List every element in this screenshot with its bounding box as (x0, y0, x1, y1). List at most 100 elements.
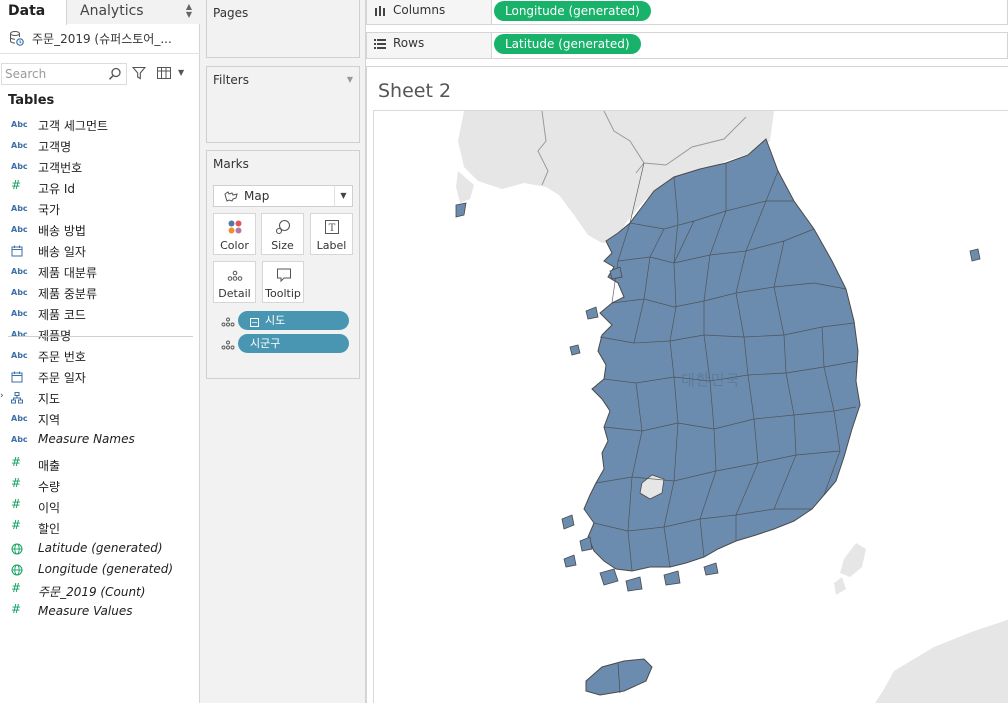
dimension-field[interactable]: Abc 주문 번호 (0, 345, 200, 366)
tab-analytics-label: Analytics (80, 3, 144, 19)
dimension-field[interactable]: Abc 고객 세그먼트 (0, 114, 200, 135)
field-label: 매출 (38, 459, 61, 473)
collapse-icon[interactable]: − (250, 318, 259, 327)
background-land (840, 543, 866, 577)
chevron-right-icon[interactable]: › (0, 391, 4, 401)
chevron-down-icon[interactable]: ▼ (347, 75, 353, 84)
region-island[interactable] (561, 514, 575, 530)
dimension-field[interactable]: Abc 제품 대분류 (0, 261, 200, 282)
color-button[interactable]: Color (213, 213, 256, 255)
dimension-field[interactable]: Abc 고객번호 (0, 156, 200, 177)
region-island[interactable] (625, 576, 643, 592)
dimension-field[interactable]: Abc 배송 방법 (0, 219, 200, 240)
region-island[interactable] (703, 562, 719, 576)
dimension-field[interactable]: Abc 제품 중분류 (0, 282, 200, 303)
background-land (834, 577, 846, 595)
map-icon (224, 191, 238, 202)
sort-caret-icon[interactable]: ▲ ▼ (186, 3, 192, 19)
datasource-row[interactable]: 주문_2019 (슈퍼스토어_... (0, 24, 200, 54)
field-label: 고객명 (38, 140, 72, 154)
view-list-icon[interactable] (157, 67, 171, 79)
measure-field[interactable]: # 이익 (0, 496, 200, 517)
measure-field[interactable]: # 할인 (0, 517, 200, 538)
search-input[interactable] (5, 66, 105, 82)
region-island[interactable] (609, 266, 623, 280)
sheet-title[interactable]: Sheet 2 (378, 80, 451, 102)
tab-analytics[interactable]: Analytics ▲ ▼ (67, 0, 200, 24)
longitude-pill[interactable]: Longitude (generated) (494, 1, 651, 21)
region-island[interactable] (569, 344, 581, 356)
string-type-icon: Abc (11, 435, 28, 444)
string-type-icon: Abc (11, 162, 28, 171)
search-icon[interactable] (108, 67, 122, 81)
measure-field[interactable]: # Measure Values (0, 601, 200, 622)
region-island[interactable] (563, 554, 577, 568)
region-ulleungdo[interactable] (969, 248, 981, 262)
chevron-down-icon[interactable]: ▼ (334, 186, 352, 206)
measure-field[interactable]: Longitude (generated) (0, 559, 200, 580)
svg-text:T: T (329, 223, 336, 234)
latitude-pill[interactable]: Latitude (generated) (494, 34, 641, 54)
dimension-field[interactable]: Abc 고객명 (0, 135, 200, 156)
field-label: 주문 번호 (38, 350, 86, 364)
dimension-field[interactable]: Abc 국가 (0, 198, 200, 219)
filter-icon[interactable] (132, 66, 146, 80)
dimension-field[interactable]: Abc 제품 코드 (0, 303, 200, 324)
dimension-field[interactable]: 배송 일자 (0, 240, 200, 261)
string-type-icon: Abc (11, 414, 28, 423)
size-button[interactable]: Size (261, 213, 304, 255)
pane-tab-bar: Data Analytics ▲ ▼ (0, 0, 200, 25)
string-type-icon: Abc (11, 120, 28, 129)
dimension-field[interactable]: # 고유 Id (0, 177, 200, 198)
dimension-field[interactable]: Abc 제품명 (0, 324, 200, 345)
label-button[interactable]: T Label (310, 213, 353, 255)
rows-shelf[interactable]: Rows Latitude (generated) (366, 32, 1008, 59)
filters-card[interactable]: Filters ▼ (206, 66, 360, 143)
sido-pill[interactable]: − 시도 (238, 311, 349, 330)
number-type-icon: # (11, 178, 22, 192)
number-type-icon: # (11, 581, 22, 595)
mark-type-select[interactable]: Map ▼ (213, 185, 353, 207)
measure-field[interactable]: # 매출 (0, 454, 200, 475)
dimension-field[interactable]: 지도 › (0, 387, 200, 408)
field-label: 고객번호 (38, 161, 83, 175)
size-button-label: Size (271, 239, 294, 252)
rows-icon (374, 39, 386, 49)
pages-card[interactable]: Pages (206, 0, 360, 58)
field-label: 제품 코드 (38, 308, 86, 322)
detail-icon (221, 340, 235, 350)
field-label: 이익 (38, 501, 61, 515)
sigungu-pill[interactable]: 시군구 (238, 334, 349, 353)
string-type-icon: Abc (11, 330, 28, 339)
measure-field[interactable]: Latitude (generated) (0, 538, 200, 559)
region-island[interactable] (455, 202, 467, 218)
datasource-icon (10, 31, 24, 46)
region-island[interactable] (599, 568, 619, 586)
measure-field[interactable]: # 수량 (0, 475, 200, 496)
tooltip-button[interactable]: Tooltip (262, 261, 304, 303)
number-type-icon: # (11, 518, 22, 532)
string-type-icon: Abc (11, 225, 28, 234)
region-island[interactable] (585, 306, 599, 320)
map-view[interactable]: 대한민국 (373, 110, 1008, 703)
region-island[interactable] (579, 536, 593, 552)
region-island[interactable] (663, 570, 681, 586)
measure-field[interactable]: # 주문_2019 (Count) (0, 580, 200, 601)
tab-data[interactable]: Data (0, 0, 67, 25)
dimension-field[interactable]: 주문 일자 (0, 366, 200, 387)
fields-divider (8, 336, 193, 337)
columns-shelf[interactable]: Columns Longitude (generated) (366, 0, 1008, 25)
string-type-icon: Abc (11, 288, 28, 297)
detail-button[interactable]: Detail (213, 261, 256, 303)
map-country-label: 대한민국 (681, 371, 741, 389)
number-type-icon: # (11, 602, 22, 616)
field-label: 배송 방법 (38, 224, 86, 238)
mark-type-label: Map (244, 189, 270, 203)
chevron-down-icon[interactable]: ▼ (178, 68, 184, 77)
search-box[interactable] (1, 63, 127, 85)
dimension-field[interactable]: Abc Measure Names (0, 429, 200, 450)
dimension-field[interactable]: Abc 지역 (0, 408, 200, 429)
worksheet: Sheet 2 대한민국 (366, 66, 1008, 703)
south-korea-regions[interactable] (455, 138, 981, 696)
map-canvas[interactable] (374, 111, 1008, 703)
